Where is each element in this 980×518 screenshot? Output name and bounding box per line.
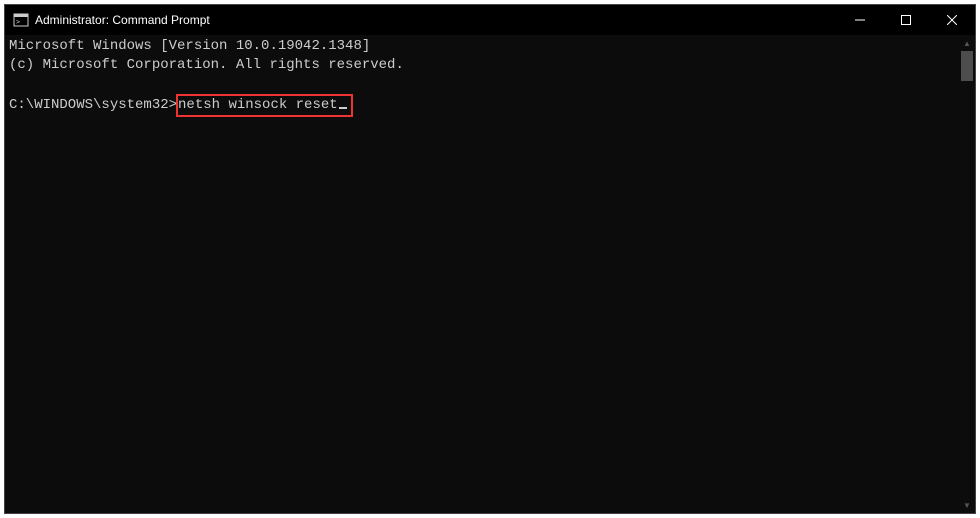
scrollbar-thumb[interactable] [961,51,973,81]
maximize-button[interactable] [883,5,929,35]
command-prompt-window: >_ Administrator: Command Prompt Microso… [4,4,976,514]
cmd-icon: >_ [13,12,29,28]
close-button[interactable] [929,5,975,35]
version-line: Microsoft Windows [Version 10.0.19042.13… [9,38,370,54]
command-text: netsh winsock reset [178,97,338,113]
vertical-scrollbar[interactable]: ▲ ▼ [959,35,975,513]
svg-text:>_: >_ [16,18,25,26]
command-highlight: netsh winsock reset [176,94,353,117]
text-cursor [339,107,347,109]
window-title: Administrator: Command Prompt [35,13,210,27]
scroll-down-icon[interactable]: ▼ [959,497,975,513]
window-controls [837,5,975,35]
prompt-path: C:\WINDOWS\system32> [9,97,177,113]
copyright-line: (c) Microsoft Corporation. All rights re… [9,57,404,73]
scroll-up-icon[interactable]: ▲ [959,35,975,51]
titlebar[interactable]: >_ Administrator: Command Prompt [5,5,975,35]
terminal-output[interactable]: Microsoft Windows [Version 10.0.19042.13… [5,35,975,513]
minimize-button[interactable] [837,5,883,35]
